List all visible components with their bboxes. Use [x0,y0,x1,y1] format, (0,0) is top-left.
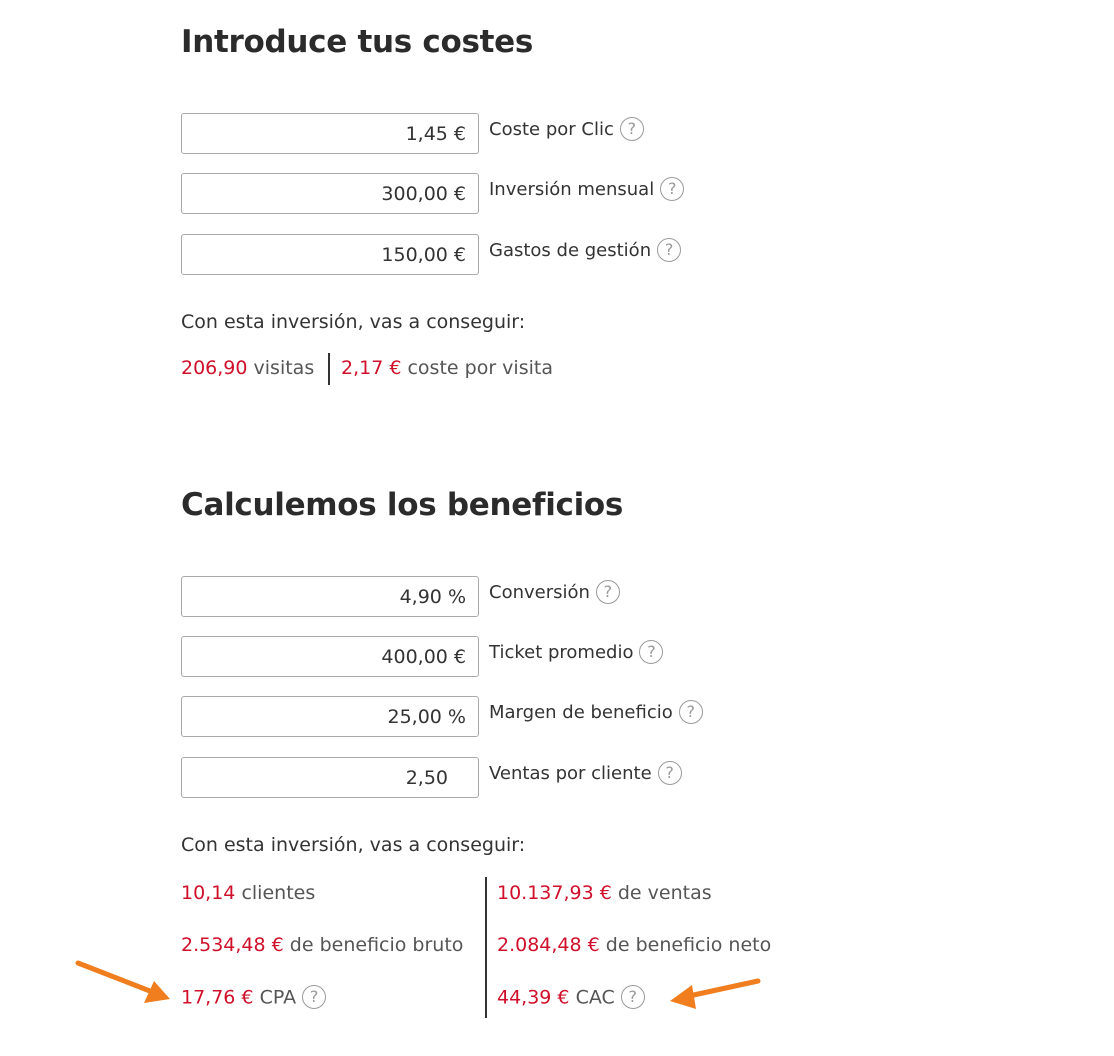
sales-per-client-label-text: Ventas por cliente [489,763,652,784]
visits-result: 206,90 visitas [181,357,314,379]
benefits-section-title: Calculemos los beneficios [181,487,624,523]
net-profit-value: 2.084,48 € [497,934,600,956]
profit-margin-label-text: Margen de beneficio [489,702,673,723]
help-icon[interactable]: ? [619,117,644,141]
field-row-average-ticket: Ticket promedio? [181,636,664,677]
help-icon[interactable]: ? [595,580,620,604]
cpa-result: 17,76 € CPA? [181,985,327,1010]
benefits-results-intro: Con esta inversión, vas a conseguir: [181,834,526,856]
monthly-investment-input[interactable] [181,173,479,214]
monthly-investment-label-text: Inversión mensual [489,179,655,200]
sales-result: 10.137,93 € de ventas [497,882,712,904]
annotation-arrow-right-icon [75,960,170,1003]
gross-profit-value: 2.534,48 € [181,934,284,956]
net-profit-label: de beneficio neto [605,934,772,956]
management-fees-label-text: Gastos de gestión [489,240,652,261]
management-fees-label: Gastos de gestión? [489,238,682,263]
cac-value: 44,39 € [497,986,570,1009]
cac-result: 44,39 € CAC? [497,985,645,1010]
average-ticket-input[interactable] [181,636,479,677]
help-icon[interactable]: ? [657,761,682,785]
sales-per-client-label: Ventas por cliente? [489,761,682,786]
help-icon[interactable]: ? [660,177,685,201]
clients-result: 10,14 clientes [181,882,315,904]
conversion-input[interactable] [181,576,479,617]
help-icon[interactable]: ? [620,985,645,1009]
field-row-management-fees: Gastos de gestión? [181,234,682,275]
cac-label: CAC [575,986,615,1009]
costs-results-intro: Con esta inversión, vas a conseguir: [181,311,526,333]
field-row-conversion: Conversión? [181,576,620,617]
conversion-label-text: Conversión [489,582,590,603]
sales-per-client-input[interactable] [181,757,479,798]
results-divider [328,353,330,385]
profit-margin-label: Margen de beneficio? [489,700,703,725]
cpc-label-text: Coste por Clic [489,119,614,140]
management-fees-input[interactable] [181,234,479,275]
results-divider [485,877,487,1018]
cost-per-visit-label: coste por visita [407,357,553,379]
profit-margin-input[interactable] [181,696,479,737]
field-row-sales-per-client: Ventas por cliente? [181,757,682,798]
help-icon[interactable]: ? [678,700,703,724]
clients-value: 10,14 [181,882,236,904]
help-icon[interactable]: ? [639,640,664,664]
help-icon[interactable]: ? [302,985,327,1009]
sales-value: 10.137,93 € [497,882,612,904]
cost-per-visit-result: 2,17 € coste por visita [341,357,553,379]
clients-label: clientes [241,882,316,904]
field-row-cpc: Coste por Clic? [181,113,644,154]
cpa-value: 17,76 € [181,986,254,1009]
average-ticket-label: Ticket promedio? [489,640,664,665]
conversion-label: Conversión? [489,580,620,605]
visits-label: visitas [253,357,315,379]
field-row-monthly-investment: Inversión mensual? [181,173,685,214]
gross-profit-result: 2.534,48 € de beneficio bruto [181,934,463,956]
costs-section-title: Introduce tus costes [181,24,534,60]
cpc-label: Coste por Clic? [489,117,644,142]
monthly-investment-label: Inversión mensual? [489,177,685,202]
annotation-arrow-left-icon [670,978,761,1009]
help-icon[interactable]: ? [657,238,682,262]
cost-per-visit-value: 2,17 € [341,357,402,379]
average-ticket-label-text: Ticket promedio [489,642,634,663]
net-profit-result: 2.084,48 € de beneficio neto [497,934,771,956]
sales-label: de ventas [617,882,712,904]
cpa-label: CPA [259,986,297,1009]
gross-profit-label: de beneficio bruto [289,934,464,956]
cpc-input[interactable] [181,113,479,154]
field-row-profit-margin: Margen de beneficio? [181,696,703,737]
visits-value: 206,90 [181,357,248,379]
